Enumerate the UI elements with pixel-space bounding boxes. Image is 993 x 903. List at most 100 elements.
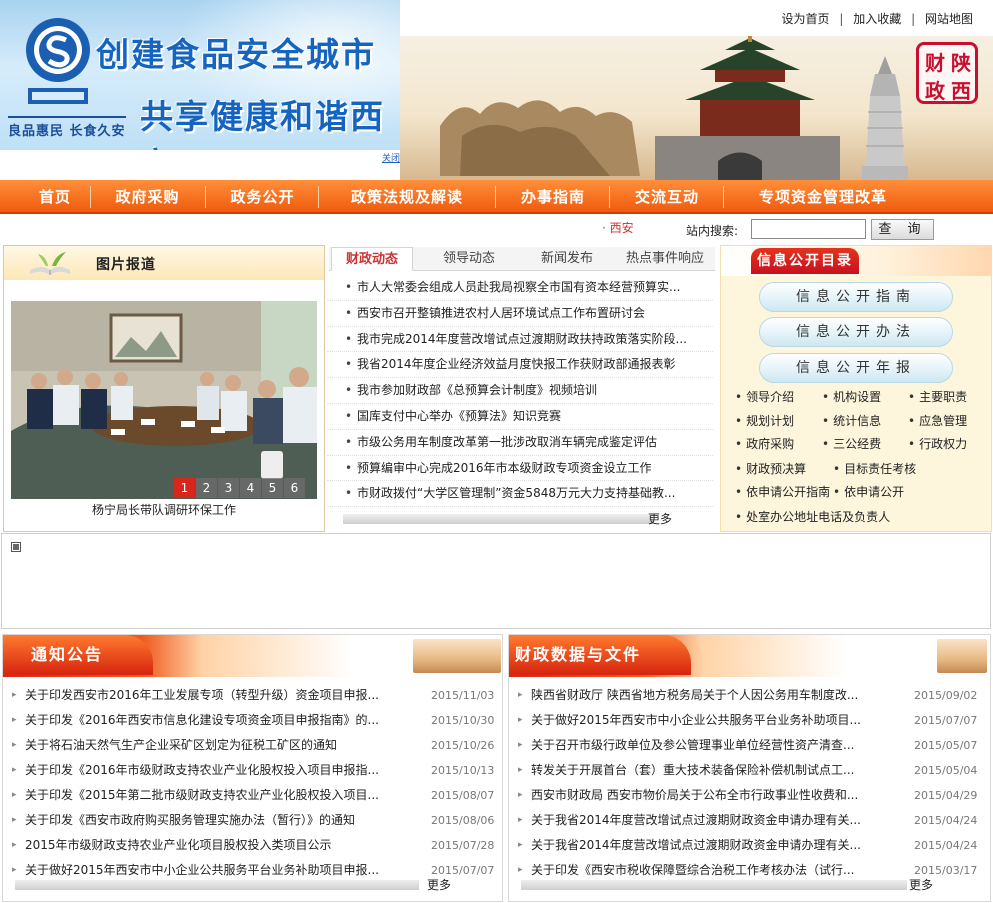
link-administrative-power[interactable]: 行政权力 <box>908 435 967 452</box>
info-annual-report-button[interactable]: 信息公开年报 <box>759 353 953 383</box>
tab-finance-news[interactable]: 财政动态 <box>331 247 413 271</box>
photo-page-4[interactable]: 4 <box>240 478 261 498</box>
finance-docs-list: 陕西省财政厅 陕西省地方税务局关于个人因公务用车制度改... 2015/09/02… <box>509 683 990 883</box>
notice-item[interactable]: 关于印发西安市2016年工业发展专项（转型升级）资金项目申报... 2015/11… <box>3 683 502 708</box>
info-guide-button[interactable]: 信息公开指南 <box>759 282 953 312</box>
news-item[interactable]: 市人大常委会组成人员赴我局视察全市国有资本经营预算实... <box>327 275 713 301</box>
news-item[interactable]: 市财政拨付“大学区管理制”资金5848万元大力支持基础教... <box>327 481 713 508</box>
notice-item[interactable]: 关于印发《2016年西安市信息化建设专项资金项目申报指南》的... 2015/10… <box>3 708 502 733</box>
finance-doc-item[interactable]: 关于我省2014年度营改增试点过渡期财政资金申请办理有关... 2015/04/2… <box>509 808 990 833</box>
link-three-public-funds[interactable]: 三公经费 <box>822 435 881 452</box>
notices-header: 通知公告 <box>3 635 502 677</box>
news-item[interactable]: 我省2014年度企业经济效益月度快报工作获财政部通报表彰 <box>327 352 713 379</box>
finance-doc-date: 2015/04/24 <box>914 839 978 852</box>
photo-news-header: 图片报道 <box>4 246 324 280</box>
set-homepage-link[interactable]: 设为首页 <box>776 12 836 26</box>
notice-date: 2015/08/07 <box>431 789 495 802</box>
info-measures-button[interactable]: 信息公开办法 <box>759 317 953 347</box>
link-organization[interactable]: 机构设置 <box>822 388 881 405</box>
news-more-link[interactable]: 更多 <box>648 510 672 527</box>
photo-page-5[interactable]: 5 <box>262 478 283 498</box>
link-leadership[interactable]: 领导介绍 <box>735 388 794 405</box>
nav-interaction[interactable]: 交流互动 <box>614 180 720 214</box>
finance-docs-panel: 财政数据与文件 陕西省财政厅 陕西省地方税务局关于个人因公务用车制度改... 20… <box>508 634 991 902</box>
link-statistics[interactable]: 统计信息 <box>822 412 881 429</box>
search-button[interactable]: 查 询 <box>871 219 934 240</box>
notice-item[interactable]: 关于印发《西安市政府购买服务管理实施办法（暂行）》的通知 2015/08/06 <box>3 808 502 833</box>
link-request-disclosure-guide[interactable]: 依申请公开指南 <box>735 483 830 500</box>
link-procurement[interactable]: 政府采购 <box>735 435 794 452</box>
link-planning[interactable]: 规划计划 <box>735 412 794 429</box>
photo-page-1[interactable]: 1 <box>174 478 195 498</box>
add-favorite-link[interactable]: 加入收藏 <box>847 12 907 26</box>
notice-item[interactable]: 关于印发《2015年第二批市级财政支持农业产业化股权投入项目... 2015/08… <box>3 783 502 808</box>
photo-page-2[interactable]: 2 <box>196 478 217 498</box>
search-bar: · 西安 站内搜索: 查 询 <box>0 216 993 244</box>
link-request-disclosure[interactable]: 依申请公开 <box>833 483 904 500</box>
notices-panel: 通知公告 关于印发西安市2016年工业发展专项（转型升级）资金项目申报... 20… <box>2 634 503 902</box>
notices-more-link[interactable]: 更多 <box>427 876 451 893</box>
nav-policies-regulations[interactable]: 政策法规及解读 <box>322 180 492 214</box>
info-disclosure-header: 信息公开目录 <box>721 246 991 276</box>
notice-item[interactable]: 关于将石油天然气生产企业采矿区划定为征税工矿区的通知 2015/10/26 <box>3 733 502 758</box>
site-search-input[interactable] <box>751 219 866 239</box>
meeting-photo[interactable] <box>11 301 317 499</box>
finance-doc-date: 2015/04/29 <box>914 789 978 802</box>
finance-doc-item[interactable]: 关于做好2015年西安市中小企业公共服务平台业务补助项目... 2015/07/0… <box>509 708 990 733</box>
info-disclosure-title: 信息公开目录 <box>751 248 859 274</box>
photo-page-6[interactable]: 6 <box>284 478 305 498</box>
finance-doc-title: 转发关于开展首台（套）重大技术装备保险补偿机制试点工... <box>531 763 855 777</box>
notice-item[interactable]: 关于印发《2016年市级财政支持农业产业化股权投入项目申报指... 2015/10… <box>3 758 502 783</box>
more-divider <box>521 880 907 890</box>
link-emergency[interactable]: 应急管理 <box>908 412 967 429</box>
link-office-contacts[interactable]: 处室办公地址电话及负责人 <box>735 508 890 525</box>
news-item[interactable]: 西安市召开整镇推进农村人居环境试点工作布置研讨会 <box>327 301 713 327</box>
site-map-link[interactable]: 网站地图 <box>919 12 979 26</box>
tab-hot-events[interactable]: 热点事件响应 <box>615 247 715 271</box>
nav-divider <box>609 186 610 208</box>
finance-doc-title: 关于我省2014年度营改增试点过渡期财政资金申请办理有关... <box>531 838 861 852</box>
finance-doc-item[interactable]: 转发关于开展首台（套）重大技术装备保险补偿机制试点工... 2015/05/04 <box>509 758 990 783</box>
nav-service-guide[interactable]: 办事指南 <box>500 180 606 214</box>
banner-motto: 良品惠民 长食久安 <box>8 116 126 139</box>
finance-doc-item[interactable]: 西安市财政局 西安市物价局关于公布全市行政事业性收费和... 2015/04/29 <box>509 783 990 808</box>
news-item[interactable]: 市级公务用车制度改革第一批涉改取消车辆完成鉴定评估 <box>327 430 713 456</box>
photo-page-3[interactable]: 3 <box>218 478 239 498</box>
seal-char-4: 政 <box>925 79 945 103</box>
banner-close-link[interactable]: 关闭 <box>382 151 400 164</box>
empty-banner-area <box>1 533 991 629</box>
nav-divider <box>318 186 319 208</box>
notice-item[interactable]: 2015年市级财政支持农业产业化项目股权投入类项目公示 2015/07/28 <box>3 833 502 858</box>
news-item[interactable]: 我市参加财政部《总预算会计制度》视频培训 <box>327 378 713 404</box>
finance-doc-item[interactable]: 关于召开市级行政单位及参公管理事业单位经营性资产清查... 2015/05/07 <box>509 733 990 758</box>
finance-doc-item[interactable]: 陕西省财政厅 陕西省地方税务局关于个人因公务用车制度改... 2015/09/02 <box>509 683 990 708</box>
finance-doc-item[interactable]: 关于我省2014年度营改增试点过渡期财政资金申请办理有关... 2015/04/2… <box>509 833 990 858</box>
nav-home[interactable]: 首页 <box>22 180 88 214</box>
nav-divider <box>723 186 724 208</box>
tab-press-release[interactable]: 新闻发布 <box>525 247 609 271</box>
finance-doc-date: 2015/05/04 <box>914 764 978 777</box>
scrolling-notice[interactable]: · 西安 <box>602 219 634 236</box>
news-item[interactable]: 国库支付中心举办《预算法》知识竞赛 <box>327 404 713 430</box>
finance-news-panel: 财政动态 领导动态 新闻发布 热点事件响应 市人大常委会组成人员赴我局视察全市国… <box>327 245 717 532</box>
link-separator: | <box>839 12 844 26</box>
main-nav: 首页 政府采购 政务公开 政策法规及解读 办事指南 交流互动 专项资金管理改革 <box>0 180 993 214</box>
notice-date: 2015/08/06 <box>431 814 495 827</box>
finance-doc-date: 2015/07/07 <box>914 714 978 727</box>
link-target-assessment[interactable]: 目标责任考核 <box>833 460 916 477</box>
photo-caption[interactable]: 杨宁局长带队调研环保工作 <box>4 501 324 518</box>
news-item[interactable]: 预算编审中心完成2016年市本级财政专项资金设立工作 <box>327 456 713 482</box>
news-list: 市人大常委会组成人员赴我局视察全市国有资本经营预算实... 西安市召开整镇推进农… <box>327 275 713 508</box>
news-tabs: 财政动态 领导动态 新闻发布 热点事件响应 <box>329 247 715 271</box>
link-budget-final[interactable]: 财政预决算 <box>735 460 806 477</box>
link-main-duties[interactable]: 主要职责 <box>908 388 967 405</box>
nav-government-affairs[interactable]: 政务公开 <box>210 180 315 214</box>
nav-government-procurement[interactable]: 政府采购 <box>95 180 200 214</box>
info-disclosure-panel: 信息公开目录 信息公开指南 信息公开办法 信息公开年报 领导介绍 机构设置 主要… <box>720 245 992 532</box>
finance-docs-more-link[interactable]: 更多 <box>909 876 933 893</box>
notice-title: 关于印发《西安市政府购买服务管理实施办法（暂行）》的通知 <box>25 813 356 827</box>
ad-banner[interactable]: 良品惠民 长食久安 创建食品安全城市 共享健康和谐西安 <box>0 0 400 150</box>
news-item[interactable]: 我市完成2014年度营改增试点过渡期财政扶持政策落实阶段... <box>327 327 713 353</box>
tab-leadership-news[interactable]: 领导动态 <box>427 247 511 271</box>
nav-special-fund-reform[interactable]: 专项资金管理改革 <box>728 180 918 214</box>
